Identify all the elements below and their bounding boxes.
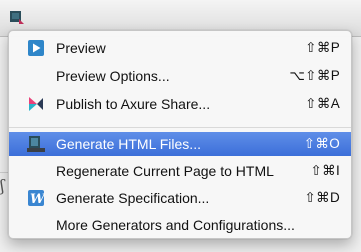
menu-item-label: Regenerate Current Page to HTML (56, 163, 274, 179)
menu-item-shortcut: ⇧⌘I (310, 163, 340, 178)
axure-share-icon (29, 97, 43, 111)
menu-item-shortcut: ⌥⇧⌘P (289, 68, 340, 83)
menu-item-more-generators[interactable]: More Generators and Configurations... (9, 213, 351, 237)
publish-dropdown-menu: Preview ⇧⌘P Preview Options... ⌥⇧⌘P Publ… (8, 30, 352, 239)
menu-item-shortcut: ⇧⌘P (305, 40, 340, 55)
word-spec-icon: W (28, 190, 45, 207)
html-files-icon (27, 136, 45, 152)
menu-item-shortcut: ⇧⌘O (303, 136, 340, 151)
menu-item-shortcut: ⇧⌘D (304, 190, 340, 205)
menu-item-label: Generate Specification... (56, 190, 210, 206)
menu-item-generate-html-files[interactable]: Generate HTML Files... ⇧⌘O (9, 132, 351, 156)
preview-icon (28, 40, 44, 56)
menu-item-preview[interactable]: Preview ⇧⌘P (9, 36, 351, 60)
canvas-glyph-fragment: ʃ (0, 176, 5, 195)
menu-item-publish-axure-share[interactable]: Publish to Axure Share... ⇧⌘A (9, 92, 351, 116)
menu-item-label: Publish to Axure Share... (56, 96, 211, 112)
svg-text:W: W (30, 192, 45, 207)
menu-separator (9, 127, 351, 128)
menu-item-label: Preview (56, 40, 106, 56)
menu-item-preview-options[interactable]: Preview Options... ⌥⇧⌘P (9, 64, 351, 88)
publish-toolbar-icon[interactable] (10, 10, 24, 24)
menu-item-shortcut: ⇧⌘A (305, 96, 340, 111)
menu-item-regenerate-current-page[interactable]: Regenerate Current Page to HTML ⇧⌘I (9, 159, 351, 183)
menu-item-label: More Generators and Configurations... (56, 217, 295, 233)
menu-item-label: Preview Options... (56, 68, 170, 84)
menu-item-label: Generate HTML Files... (56, 136, 201, 152)
menu-item-generate-specification[interactable]: W Generate Specification... ⇧⌘D (9, 186, 351, 210)
